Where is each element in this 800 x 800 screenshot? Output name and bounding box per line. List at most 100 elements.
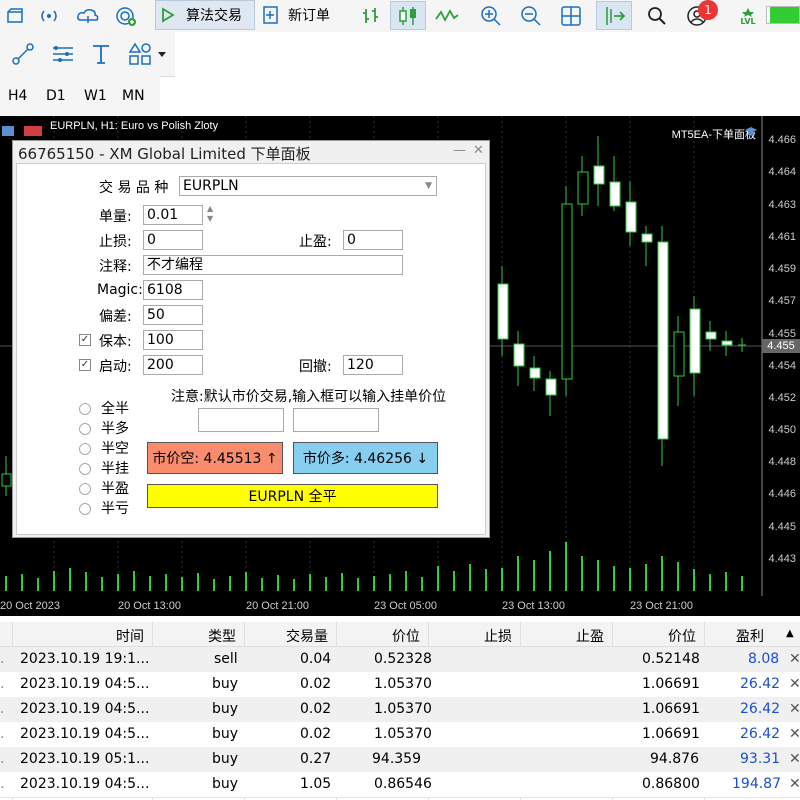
main-toolbar: 算法交易 新订单 1 LVL <box>0 0 800 32</box>
algo-trading-button[interactable]: 算法交易 <box>155 0 255 30</box>
timeframe-d1[interactable]: D1 <box>46 88 66 104</box>
time-label: 23 Oct 21:00 <box>630 600 693 612</box>
channel-icon[interactable] <box>48 40 78 68</box>
time-label: 20 Oct 13:00 <box>118 600 181 612</box>
close-position-icon[interactable]: ✕ <box>789 676 800 692</box>
radio-half-profit[interactable] <box>79 483 91 495</box>
radio-label: 半盈 <box>101 481 129 497</box>
open-price-cell: 1.05370 <box>374 726 432 742</box>
table-header: 时间 类型 交易量 价位 止损 止盈 价位 盈利 ▲ <box>0 622 800 647</box>
market-sell-button[interactable]: 市价空: 4.45513 ↑ <box>147 442 283 474</box>
timeframe-toolbar: H4 D1 W1 MN <box>0 76 160 116</box>
volume-cell: 0.02 <box>300 726 332 742</box>
box-icon[interactable] <box>2 3 28 29</box>
price-label: 4.446 <box>768 488 796 500</box>
close-position-icon[interactable]: ✕ <box>789 726 800 742</box>
open-price-cell: 1.05370 <box>374 676 432 692</box>
minimize-icon[interactable]: — <box>453 143 466 158</box>
volume-stepper[interactable]: ▲ ▼ <box>207 204 213 224</box>
vps-icon[interactable] <box>112 3 140 29</box>
profit-cell: 26.42 <box>740 701 781 717</box>
price-cell: 0.52148 <box>642 651 700 667</box>
shapes-dropdown-icon[interactable] <box>126 40 170 68</box>
notification-badge: 1 <box>698 0 718 20</box>
time-cell: 2023.10.19 05:1... <box>20 751 150 767</box>
radio-half-short[interactable] <box>79 443 91 455</box>
breakeven-checkbox[interactable]: ✓ <box>79 334 91 346</box>
close-icon[interactable]: ✕ <box>473 143 484 158</box>
column-header-time[interactable]: 时间 <box>116 626 144 646</box>
zoom-out-icon[interactable] <box>516 3 546 29</box>
buy-price-input[interactable] <box>293 408 379 432</box>
sell-price-input[interactable] <box>198 408 284 432</box>
timeframe-w1[interactable]: W1 <box>84 88 107 104</box>
retrace-input[interactable]: 120 <box>343 355 403 375</box>
close-position-icon[interactable]: ✕ <box>789 776 800 792</box>
balance-bar <box>766 6 800 24</box>
profit-cell: 93.31 <box>740 751 781 767</box>
type-cell: buy <box>212 701 239 717</box>
column-header-type[interactable]: 类型 <box>208 626 236 646</box>
stop-loss-input[interactable]: 0 <box>143 230 203 250</box>
deviation-label: 偏差: <box>99 309 132 325</box>
column-header-volume[interactable]: 交易量 <box>286 626 328 646</box>
timeframe-h4[interactable]: H4 <box>8 88 27 104</box>
table-row[interactable]: . 2023.10.19 04:5... buy 0.02 1.05370 1.… <box>0 697 800 723</box>
table-row[interactable]: . 2023.10.19 04:5... buy 0.02 1.05370 1.… <box>0 672 800 698</box>
volume-input[interactable]: 0.01 <box>143 205 203 225</box>
price-label: 4.454 <box>768 360 796 372</box>
column-header-price[interactable]: 价位 <box>668 626 696 646</box>
price-cell: 94.876 <box>650 751 699 767</box>
magic-input[interactable]: 6108 <box>143 280 203 300</box>
cloud-icon[interactable] <box>74 3 102 29</box>
bar-chart-icon[interactable] <box>356 3 386 29</box>
grid-icon[interactable] <box>556 3 586 29</box>
price-label: 4.466 <box>768 134 796 146</box>
activate-checkbox[interactable]: ✓ <box>79 359 91 371</box>
table-row[interactable]: . 2023.10.19 04:5... buy 0.02 1.05370 1.… <box>0 722 800 748</box>
comment-input[interactable]: 不才编程 <box>143 255 403 275</box>
market-buy-button[interactable]: 市价多: 4.46256 ↓ <box>293 442 438 474</box>
order-panel: 66765150 - XM Global Limited 下单面板 — ✕ 交 … <box>12 140 490 538</box>
radio-full-half[interactable] <box>79 403 91 415</box>
close-all-button[interactable]: EURPLN 全平 <box>147 484 438 508</box>
table-row[interactable]: . 2023.10.19 05:1... buy 0.27 94.359 94.… <box>0 747 800 773</box>
type-cell: buy <box>212 726 239 742</box>
timeframe-mn[interactable]: MN <box>122 88 145 104</box>
column-header-profit[interactable]: 盈利 <box>736 626 764 646</box>
radio-half-long[interactable] <box>79 423 91 435</box>
open-price-cell: 94.359 <box>372 751 421 767</box>
price-label: 4.459 <box>768 263 796 275</box>
breakeven-input[interactable]: 100 <box>143 330 203 350</box>
price-label: 4.450 <box>768 424 796 436</box>
radio-half-loss[interactable] <box>79 503 91 515</box>
close-position-icon[interactable]: ✕ <box>789 651 800 667</box>
level-icon[interactable]: LVL <box>734 2 762 30</box>
zoom-in-icon[interactable] <box>476 3 506 29</box>
column-header-stop-loss[interactable]: 止损 <box>484 626 512 646</box>
positions-table: 时间 类型 交易量 价位 止损 止盈 价位 盈利 ▲ . 2023.10.19 … <box>0 622 800 800</box>
text-tool-icon[interactable] <box>86 40 116 68</box>
symbol-select[interactable]: EURPLN ▼ <box>179 176 437 196</box>
price-label: 4.457 <box>768 295 796 307</box>
table-row[interactable]: . 2023.10.19 04:5... buy 1.05 0.86546 0.… <box>0 772 800 798</box>
candlestick-icon[interactable] <box>390 1 426 30</box>
close-position-icon[interactable]: ✕ <box>789 701 800 717</box>
new-order-button[interactable]: 新订单 <box>260 0 344 30</box>
take-profit-input[interactable]: 0 <box>343 230 403 250</box>
search-icon[interactable] <box>644 3 670 29</box>
column-header-take-profit[interactable]: 止盈 <box>576 626 604 646</box>
column-header-open-price[interactable]: 价位 <box>392 626 420 646</box>
close-position-icon[interactable]: ✕ <box>789 751 800 767</box>
line-chart-icon[interactable] <box>432 3 462 29</box>
activate-input[interactable]: 200 <box>143 355 203 375</box>
signal-icon[interactable] <box>36 3 62 29</box>
radio-half-pending[interactable] <box>79 463 91 475</box>
time-cell: 2023.10.19 04:5... <box>20 701 150 717</box>
activate-label: 启动: <box>99 359 132 375</box>
trendline-icon[interactable] <box>8 40 38 68</box>
deviation-input[interactable]: 50 <box>143 305 203 325</box>
type-cell: buy <box>212 676 239 692</box>
table-row[interactable]: . 2023.10.19 19:1... sell 0.04 0.52328 0… <box>0 647 800 673</box>
autoscroll-icon[interactable] <box>596 1 632 30</box>
